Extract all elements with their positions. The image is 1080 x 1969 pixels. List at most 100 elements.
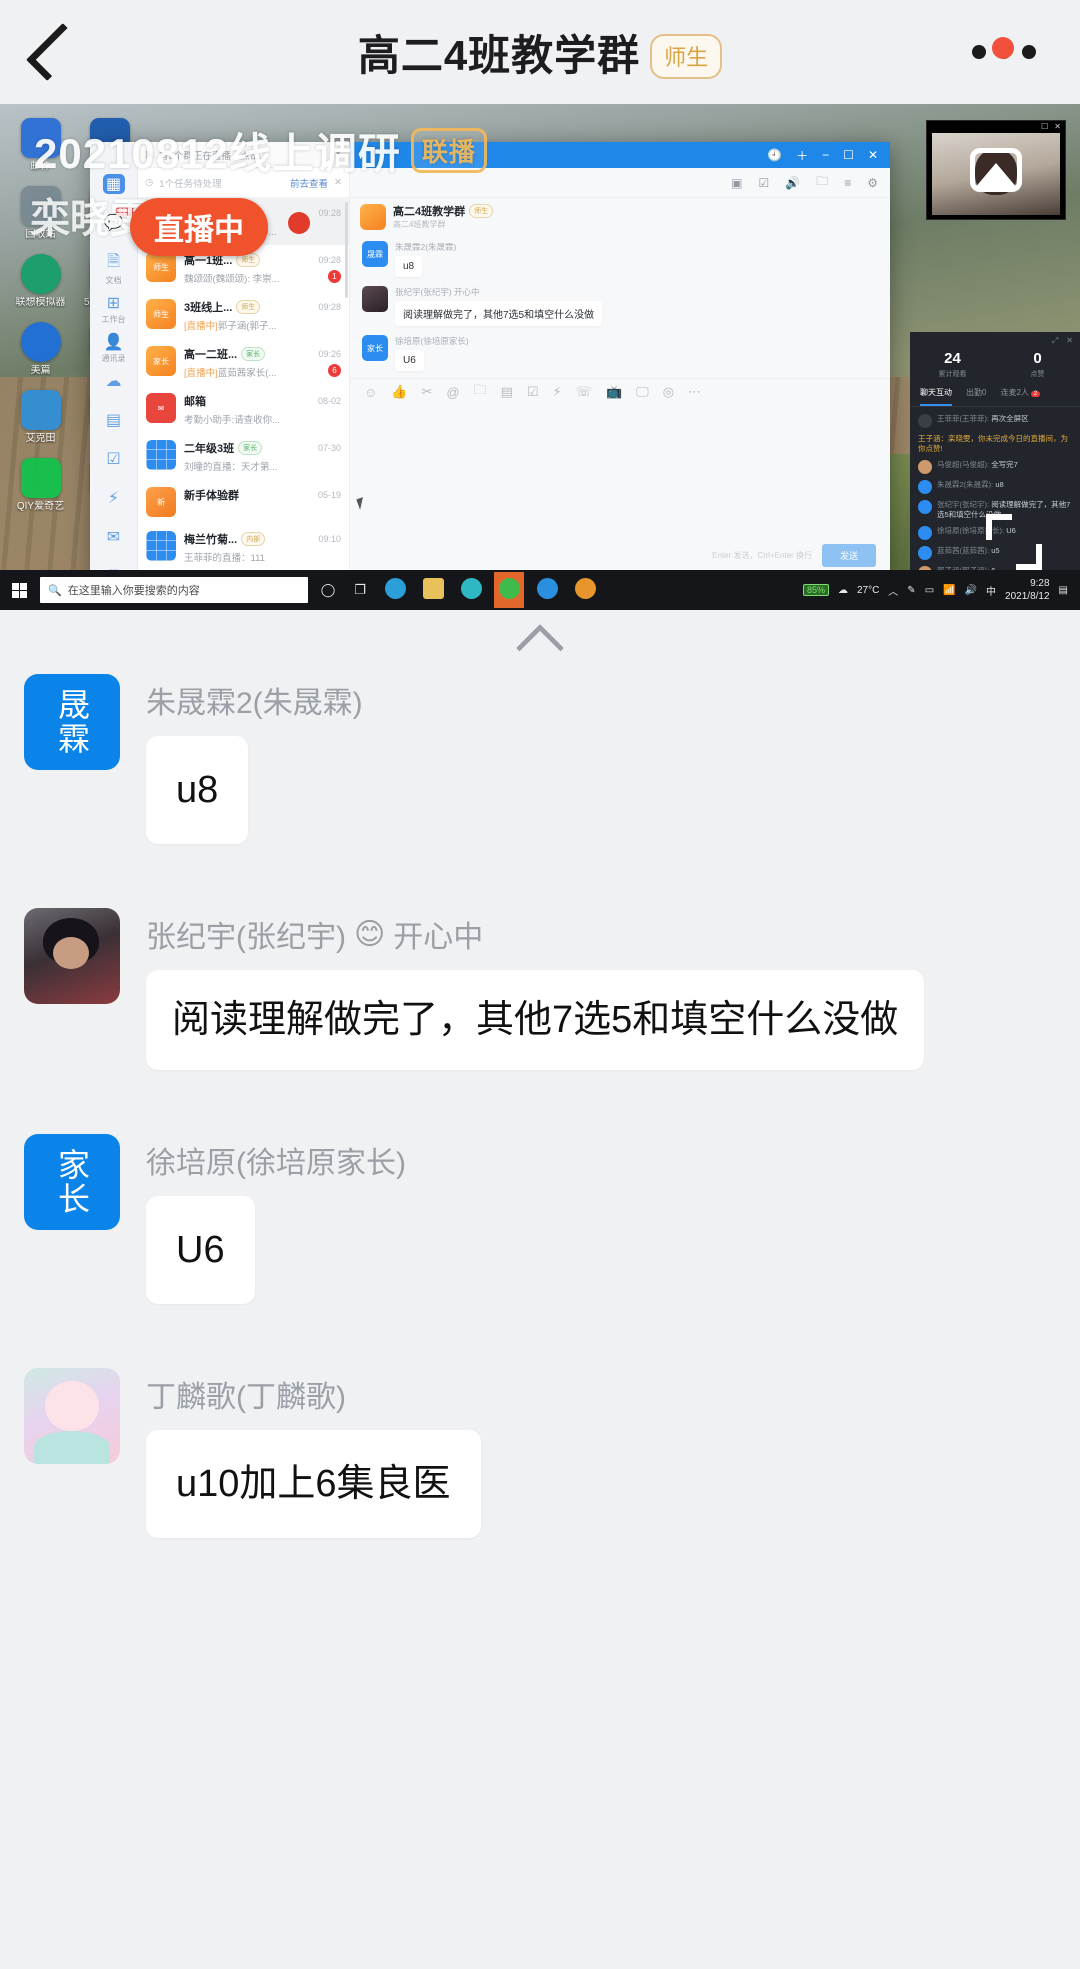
history-icon[interactable]: 🕘 [767,148,782,162]
live-stats: 24 累计观看 0 点赞 [910,346,1080,387]
live-panel-controls[interactable]: ⤢ ✕ [910,332,1080,346]
avatar [918,526,932,540]
chat-list-scrollbar[interactable] [345,202,348,298]
chat-list-item[interactable]: 新 新手体验群 05-19 [138,480,349,524]
back-button[interactable] [0,0,110,104]
mail-icon[interactable]: ✉ [103,527,125,547]
collapse-icon[interactable]: ⤢ [1052,336,1058,346]
pen-icon[interactable]: ✎ [907,585,915,596]
taskbar-app-edge[interactable] [380,572,410,608]
task-view-icon[interactable]: ❐ [348,578,372,602]
emoji-icon[interactable]: ☺ [364,385,377,400]
dingtalk-input-toolbar[interactable]: ☺ 👍 ✂ @ 🗀 ▤ ☑ ⚡ ☏ 📺 🖵 ◎ ⋯ [350,377,890,406]
maximize-icon[interactable]: ☐ [1041,122,1048,131]
stamp-icon[interactable]: ◎ [663,384,674,400]
wifi-icon[interactable]: 📶 [943,585,955,596]
close-icon[interactable]: ✕ [1054,122,1061,131]
speaker-icon[interactable]: 🔊 [785,176,800,190]
maximize-icon[interactable]: ☐ [843,148,854,162]
more-icon[interactable]: ⋯ [688,384,701,400]
chat-list-item[interactable]: 家长 高一二班... 家长 09:26 [直播中]蓝茹茜家长(... 6 [138,339,349,386]
text: 全写完7 [991,460,1018,469]
volume-icon[interactable]: 🔊 [965,585,977,596]
contacts-icon[interactable]: 👤 通讯录 [102,332,126,363]
thumbs-up-icon[interactable]: 👍 [391,384,407,400]
fullscreen-expand-icon[interactable] [986,514,1042,570]
avatar [918,546,932,560]
chat-list-item[interactable]: 师生 3班线上... 师生 09:28 [直播中]郭子涵(郭子... [138,292,349,339]
tab-chat[interactable]: 聊天互动 [920,387,952,406]
chat-time: 09:28 [318,302,341,312]
message-bubble[interactable]: u10加上6集良医 [146,1430,481,1538]
avatar[interactable]: 家长 [24,1134,120,1230]
todo-icon[interactable]: ☑ [758,176,769,190]
minimize-icon[interactable]: − [822,148,829,162]
avatar[interactable] [24,1368,120,1464]
taskbar-search-input[interactable]: 🔍 在这里输入你要搜索的内容 [40,577,308,603]
scissors-icon[interactable]: ✂ [421,384,432,400]
search-list-icon[interactable]: ≡ [844,176,851,190]
task-icon[interactable]: ☑ [527,384,539,400]
lightning-icon[interactable]: ⚡ [103,488,125,508]
workbench-icon[interactable]: ⊞ 工作台 [102,293,126,324]
close-icon[interactable]: ✕ [1066,336,1073,346]
call-icon[interactable]: ☏ [576,384,592,400]
avatar[interactable] [24,908,120,1004]
chat-list-item[interactable]: 梅兰竹菊... 内部 09:10 王菲菲的直播：111 [138,524,349,571]
tab-connect[interactable]: 连麦2人 2 [1000,387,1041,406]
cortana-circle-icon[interactable]: ◯ [316,578,340,602]
more-options-button[interactable] [964,31,1044,73]
checklist-icon[interactable]: ☑ [103,449,125,469]
ime-indicator[interactable]: 中 [986,583,996,598]
avatar[interactable]: 晟霖 [24,674,120,770]
screen-share-icon[interactable]: 🖵 [636,384,649,400]
chat-preview: 考勤小助手:请查收你... [184,415,281,426]
taskbar-tray[interactable]: 85% ☁ 27°C ︿ ✎ ▭ 📶 🔊 中 9:28 2021/8/12 ▤ [802,577,1074,603]
plus-icon[interactable]: ＋ [796,147,808,164]
screenshot-icon[interactable]: ▣ [731,176,742,190]
weather-temp[interactable]: 27°C [857,585,879,596]
preview-text: 郭子涵(郭子... [217,321,277,332]
webcam-controls[interactable]: ☐ ✕ [1041,122,1061,131]
send-button[interactable]: 发送 [821,543,876,567]
calendar-icon[interactable]: ▤ [501,384,513,400]
message-bubble[interactable]: U6 [146,1196,255,1304]
chevron-up-icon[interactable]: ︿ [888,583,898,598]
taskbar-clock[interactable]: 9:28 2021/8/12 [1005,577,1050,603]
lightning-icon[interactable]: ⚡ [553,384,562,400]
webcam-thumbnail[interactable]: ☐ ✕ [926,120,1066,220]
folder-icon[interactable]: 🗀 [816,172,828,193]
tab-attendance[interactable]: 出勤0 [966,387,986,406]
windows-start-icon[interactable] [6,578,32,602]
taskbar-app-other[interactable] [570,572,600,608]
notification-icon[interactable]: ▤ [1059,585,1068,596]
monitor-icon[interactable]: ▭ [925,585,934,596]
chat-list-item[interactable]: ✉ 邮箱 08-02 考勤小助手:请查收你... [138,386,349,433]
docs-icon[interactable]: 🗎 文档 [103,252,125,286]
video-icon[interactable]: 📺 [606,384,622,400]
shared-screen-card[interactable]: 邮件 Word 回收站 腾讯会议 联想模拟器 52好用转换 美篇 WPS 艾克田… [0,104,1080,610]
live-panel-tabs[interactable]: 聊天互动 出勤0 连麦2人 2 [910,387,1080,407]
collapse-video-button[interactable] [0,610,1080,674]
stream-title: 20210812线上调研 [34,130,401,177]
windows-taskbar[interactable]: 🔍 在这里输入你要搜索的内容 ◯ ❐ 85% ☁ 27°C ︿ ✎ ▭ 📶 🔊 … [0,570,1080,610]
tab-badge: 2 [1030,391,1041,397]
play-triangle-icon[interactable] [974,162,1018,189]
gear-icon[interactable]: ⚙ [867,176,878,190]
taskbar-app-explorer[interactable] [418,572,448,608]
message-bubble[interactable]: 阅读理解做完了，其他7选5和填空什么没做 [146,970,925,1070]
dingtalk-input-area[interactable] [350,406,890,537]
folder-plus-icon[interactable]: 🗀 [474,381,487,403]
sender-status: 开心中 [393,921,484,954]
taskbar-app-wechat[interactable] [494,572,524,608]
sender-name: 朱晟霖2(朱晟霖) [146,687,363,720]
chat-list-item[interactable]: 二年级3班 家长 07-30 刘曈的直播：天才第... [138,433,349,480]
cloud-icon[interactable]: ☁ [103,371,125,391]
taskbar-app-dingtalk[interactable] [532,572,562,608]
calendar-icon[interactable]: ▤ [103,410,125,430]
message-bubble[interactable]: u8 [146,736,249,844]
close-icon[interactable]: ✕ [868,148,878,162]
at-icon[interactable]: @ [446,385,459,400]
battery-indicator[interactable]: 85% [802,584,829,596]
taskbar-app-ie[interactable] [456,572,486,608]
